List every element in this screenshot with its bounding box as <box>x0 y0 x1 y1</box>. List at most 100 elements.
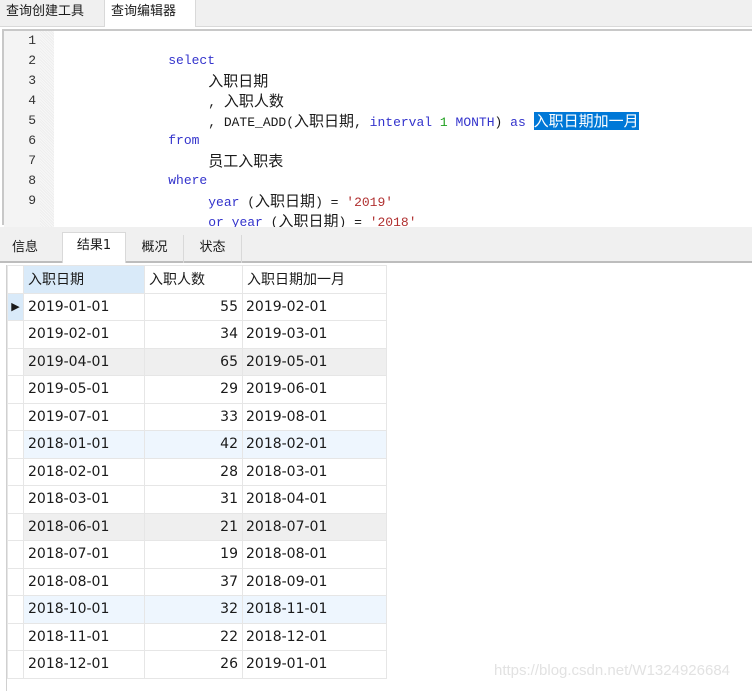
cell-hire-date-plus-month[interactable]: 2018-02-01 <box>242 430 387 459</box>
cell-hire-date-plus-month[interactable]: 2019-02-01 <box>242 292 387 321</box>
row-indicator[interactable] <box>7 457 24 486</box>
cell-hire-date[interactable]: 2018-03-01 <box>23 485 145 514</box>
table-row[interactable]: 2018-03-01 31 2018-04-01 <box>7 485 387 514</box>
fold-margin <box>40 31 54 227</box>
cell-hire-count[interactable]: 32 <box>144 595 243 624</box>
cell-hire-date-plus-month[interactable]: 2018-04-01 <box>242 485 387 514</box>
line-number: 1 <box>28 33 36 48</box>
tab-profile[interactable]: 概况 <box>126 235 184 263</box>
row-indicator[interactable] <box>7 595 24 624</box>
keyword-as: as <box>510 115 526 130</box>
sql-editor[interactable]: 1 2 3 4 5 6 7 8 9 select 入职日期 , 入职人数 , D… <box>2 29 752 230</box>
cell-hire-date[interactable]: 2019-02-01 <box>23 320 145 349</box>
cell-hire-date-plus-month[interactable]: 2018-08-01 <box>242 540 387 569</box>
cell-hire-date[interactable]: 2019-07-01 <box>23 402 145 431</box>
cell-hire-date-plus-month[interactable]: 2018-12-01 <box>242 622 387 651</box>
cell-hire-date[interactable]: 2018-12-01 <box>23 650 145 679</box>
cell-hire-date[interactable]: 2018-11-01 <box>23 622 145 651</box>
cell-hire-date[interactable]: 2018-07-01 <box>23 540 145 569</box>
tab-query-builder[interactable]: 查询创建工具 <box>0 0 104 26</box>
cell-hire-date[interactable]: 2018-01-01 <box>23 430 145 459</box>
code-line-7: where <box>137 151 207 188</box>
cell-hire-date-plus-month[interactable]: 2018-07-01 <box>242 512 387 541</box>
cell-hire-date-plus-month[interactable]: 2019-05-01 <box>242 347 387 376</box>
row-indicator[interactable] <box>7 347 24 376</box>
column-header-hire-date[interactable]: 入职日期 <box>23 265 145 294</box>
code-line-2: 入职日期 <box>177 51 268 90</box>
cell-hire-date[interactable]: 2018-10-01 <box>23 595 145 624</box>
cell-hire-count[interactable]: 22 <box>144 622 243 651</box>
row-indicator[interactable] <box>7 430 24 459</box>
code-line-9: or year (入职日期) = '2018' <box>177 191 416 230</box>
watermark: https://blog.csdn.net/W1324926684 <box>494 662 731 679</box>
tab-result-1[interactable]: 结果1 <box>62 232 126 263</box>
cell-hire-date[interactable]: 2018-08-01 <box>23 567 145 596</box>
row-indicator[interactable] <box>7 402 24 431</box>
line-number: 4 <box>28 93 36 108</box>
table-row[interactable]: 2019-07-01 33 2019-08-01 <box>7 402 387 431</box>
row-indicator[interactable] <box>7 650 24 679</box>
row-indicator[interactable] <box>7 375 24 404</box>
column-ref: 入职日期 <box>294 112 355 130</box>
cell-hire-date-plus-month[interactable]: 2018-11-01 <box>242 595 387 624</box>
column-header-hire-date-plus-month[interactable]: 入职日期加一月 <box>242 265 387 294</box>
function-call: , DATE_ADD( <box>208 115 295 130</box>
cell-hire-count[interactable]: 42 <box>144 430 243 459</box>
cell-hire-count[interactable]: 26 <box>144 650 243 679</box>
cell-hire-count[interactable]: 65 <box>144 347 243 376</box>
header-row: 入职日期 入职人数 入职日期加一月 <box>7 265 387 294</box>
cell-hire-date[interactable]: 2019-04-01 <box>23 347 145 376</box>
cell-hire-date[interactable]: 2018-06-01 <box>23 512 145 541</box>
table-row[interactable]: 2018-08-01 37 2018-09-01 <box>7 567 387 596</box>
cell-hire-count[interactable]: 19 <box>144 540 243 569</box>
tab-info[interactable]: 信息 <box>0 235 62 263</box>
cell-hire-count[interactable]: 55 <box>144 292 243 321</box>
row-indicator[interactable] <box>7 512 24 541</box>
cell-hire-date-plus-month[interactable]: 2019-03-01 <box>242 320 387 349</box>
table-row[interactable]: 2018-01-01 42 2018-02-01 <box>7 430 387 459</box>
line-number-gutter: 1 2 3 4 5 6 7 8 9 <box>4 31 54 227</box>
table-row[interactable]: 2018-02-01 28 2018-03-01 <box>7 457 387 486</box>
result-grid: 入职日期 入职人数 入职日期加一月 ▶ 2019-01-01 55 2019-02-0… <box>6 265 752 691</box>
top-tab-bar: 查询创建工具 查询编辑器 <box>0 0 752 27</box>
table-row[interactable]: 2018-06-01 21 2018-07-01 <box>7 512 387 541</box>
cell-hire-date-plus-month[interactable]: 2019-08-01 <box>242 402 387 431</box>
table-row[interactable]: 2018-07-01 19 2018-08-01 <box>7 540 387 569</box>
result-table: 入职日期 入职人数 入职日期加一月 ▶ 2019-01-01 55 2019-02-0… <box>7 265 387 679</box>
cell-hire-count[interactable]: 31 <box>144 485 243 514</box>
table-row[interactable]: 2018-10-01 32 2018-11-01 <box>7 595 387 624</box>
column-header-hire-count[interactable]: 入职人数 <box>144 265 243 294</box>
cell-hire-date[interactable]: 2019-05-01 <box>23 375 145 404</box>
cell-hire-count[interactable]: 33 <box>144 402 243 431</box>
cell-hire-count[interactable]: 37 <box>144 567 243 596</box>
row-indicator[interactable] <box>7 540 24 569</box>
table-row[interactable]: 2019-05-01 29 2019-06-01 <box>7 375 387 404</box>
cell-hire-date[interactable]: 2019-01-01 <box>23 292 145 321</box>
cell-hire-count[interactable]: 21 <box>144 512 243 541</box>
cell-hire-date-plus-month[interactable]: 2019-01-01 <box>242 650 387 679</box>
cell-hire-date-plus-month[interactable]: 2019-06-01 <box>242 375 387 404</box>
table-body: ▶ 2019-01-01 55 2019-02-01 2019-02-01 34 2019-… <box>7 292 387 679</box>
cell-hire-date[interactable]: 2018-02-01 <box>23 457 145 486</box>
cell-hire-count[interactable]: 29 <box>144 375 243 404</box>
row-indicator[interactable] <box>7 567 24 596</box>
table-row[interactable]: 2019-02-01 34 2019-03-01 <box>7 320 387 349</box>
row-indicator[interactable] <box>7 320 24 349</box>
table-row[interactable]: ▶ 2019-01-01 55 2019-02-01 <box>7 292 387 321</box>
row-indicator[interactable] <box>7 622 24 651</box>
table-row[interactable]: 2019-04-01 65 2019-05-01 <box>7 347 387 376</box>
line-number: 5 <box>28 113 36 128</box>
row-indicator[interactable] <box>7 485 24 514</box>
row-indicator[interactable]: ▶ <box>7 292 24 321</box>
cell-hire-date-plus-month[interactable]: 2018-09-01 <box>242 567 387 596</box>
comma: , <box>354 115 370 130</box>
cell-hire-count[interactable]: 28 <box>144 457 243 486</box>
table-name: 员工入职表 <box>208 152 284 170</box>
tab-status[interactable]: 状态 <box>184 235 242 263</box>
cell-hire-date-plus-month[interactable]: 2018-03-01 <box>242 457 387 486</box>
cell-hire-count[interactable]: 34 <box>144 320 243 349</box>
table-row[interactable]: 2018-11-01 22 2018-12-01 <box>7 622 387 651</box>
tab-query-editor[interactable]: 查询编辑器 <box>104 0 196 27</box>
selected-alias[interactable]: 入职日期加一月 <box>533 112 639 130</box>
table-row[interactable]: 2018-12-01 26 2019-01-01 <box>7 650 387 679</box>
